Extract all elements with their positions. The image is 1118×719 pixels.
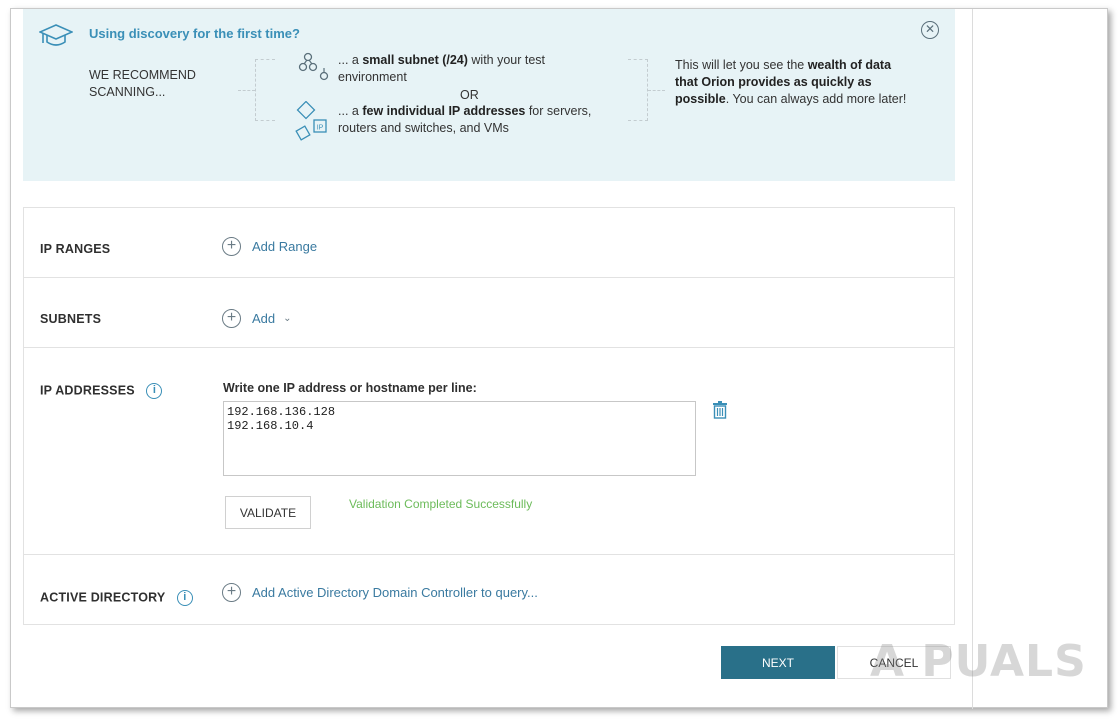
- right-divider: [972, 9, 973, 709]
- graduation-cap-icon: [39, 24, 73, 46]
- info-icon[interactable]: i: [146, 383, 163, 399]
- ip-ranges-row: IP RANGES + Add Range: [24, 208, 954, 278]
- ip-addresses-caption: Write one IP address or hostname per lin…: [223, 381, 477, 395]
- ip-addresses-label: IP ADDRESSES: [40, 383, 135, 398]
- chevron-down-icon: ⌄: [283, 313, 292, 324]
- active-directory-row: ACTIVE DIRECTORY i + Add Active Director…: [24, 555, 954, 625]
- plus-circle-icon: +: [222, 237, 241, 256]
- next-button[interactable]: NEXT: [721, 646, 835, 679]
- ip-addresses-label-wrap: IP ADDRESSES i: [40, 383, 163, 399]
- banner-title: Using discovery for the first time?: [89, 26, 300, 41]
- add-subnet-label: Add: [252, 311, 276, 326]
- bracket-right: [628, 59, 648, 121]
- connector-right: [648, 90, 665, 91]
- recommend-text: WE RECOMMEND SCANNING...: [89, 68, 196, 99]
- ip-badge: IP: [317, 125, 324, 132]
- close-icon[interactable]: ✕: [921, 21, 939, 39]
- subnets-label: SUBNETS: [40, 312, 102, 326]
- subnet-icon: [298, 52, 329, 81]
- validation-message: Validation Completed Successfully: [349, 497, 533, 511]
- ip-address-icon: IP: [295, 101, 327, 141]
- discovery-settings-panel: IP RANGES + Add Range SUBNETS + Add ⌄ IP…: [23, 207, 955, 625]
- ip-addresses-row: IP ADDRESSES i Write one IP address or h…: [24, 348, 954, 555]
- plus-circle-icon: +: [222, 309, 241, 328]
- or-separator: OR: [460, 88, 479, 102]
- first-time-banner: Using discovery for the first time? ✕ WE…: [23, 9, 955, 181]
- info-icon[interactable]: i: [176, 590, 193, 606]
- ip-addresses-textarea[interactable]: 192.168.136.128 192.168.10.4: [223, 401, 696, 476]
- add-range-label: Add Range: [252, 239, 318, 254]
- wealth-text: This will let you see the wealth of data…: [675, 58, 907, 106]
- ip-ranges-label: IP RANGES: [40, 242, 111, 256]
- connector-left: [238, 90, 255, 91]
- bracket-left: [255, 59, 275, 121]
- add-subnet-dropdown[interactable]: + Add ⌄: [222, 309, 292, 328]
- watermark-logo: A PUALS: [870, 636, 1087, 687]
- discovery-window: Using discovery for the first time? ✕ WE…: [10, 8, 1108, 709]
- subnets-row: SUBNETS + Add ⌄: [24, 278, 954, 348]
- active-directory-label: ACTIVE DIRECTORY: [40, 590, 166, 605]
- trash-icon[interactable]: [712, 401, 728, 419]
- plus-circle-icon: +: [222, 583, 241, 602]
- option-small-subnet: ... a small subnet (/24) with your test …: [338, 53, 546, 84]
- add-domain-controller-button[interactable]: + Add Active Directory Domain Controller…: [222, 583, 538, 602]
- add-domain-controller-label: Add Active Directory Domain Controller t…: [252, 585, 538, 600]
- validate-button[interactable]: VALIDATE: [225, 496, 311, 529]
- option-individual-ips: ... a few individual IP addresses for se…: [338, 104, 592, 135]
- active-directory-label-wrap: ACTIVE DIRECTORY i: [40, 590, 193, 606]
- add-range-button[interactable]: + Add Range: [222, 237, 317, 256]
